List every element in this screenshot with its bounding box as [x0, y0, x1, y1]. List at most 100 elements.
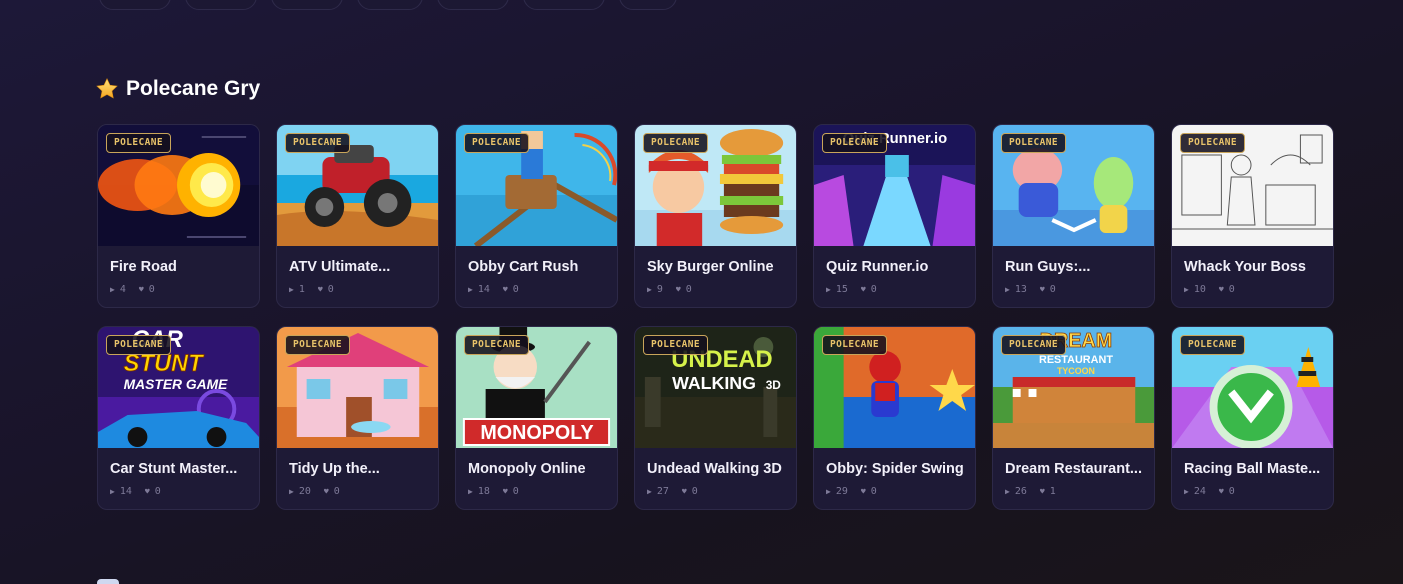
likes-heart-icon: ♥ — [1218, 487, 1224, 496]
game-title[interactable]: Monopoly Online — [468, 461, 608, 477]
likes-heart-icon: ♥ — [144, 487, 150, 496]
play-count-icon: ▶ — [1005, 487, 1010, 496]
game-title[interactable]: Sky Burger Online — [647, 259, 787, 275]
game-card[interactable]: Quiz Runner.io POLECANE Quiz Runner.io ▶… — [813, 124, 976, 308]
featured-badge: POLECANE — [106, 335, 171, 355]
play-count: 13 — [1014, 284, 1027, 295]
game-card[interactable]: POLECANE Whack Your Boss ▶ 10 ♥ 0 — [1171, 124, 1334, 308]
category-chip[interactable] — [99, 0, 171, 10]
game-card[interactable]: MONOPOLY POLECANE Monopoly Online ▶ 18 ♥… — [455, 326, 618, 510]
game-thumbnail[interactable]: POLECANE — [814, 327, 975, 448]
game-thumbnail[interactable]: POLECANE — [1172, 125, 1333, 246]
likes-heart-icon: ♥ — [502, 285, 508, 294]
play-count-icon: ▶ — [826, 487, 831, 496]
game-card[interactable]: POLECANE Tidy Up the... ▶ 20 ♥ 0 — [276, 326, 439, 510]
likes-heart-icon: ♥ — [323, 487, 329, 496]
game-card[interactable]: POLECANE Fire Road ▶ 4 ♥ 0 — [97, 124, 260, 308]
play-count-icon: ▶ — [826, 285, 831, 294]
game-title[interactable]: ATV Ultimate... — [289, 259, 429, 275]
category-chip[interactable] — [619, 0, 677, 10]
game-card[interactable]: POLECANE ATV Ultimate... ▶ 1 ♥ 0 — [276, 124, 439, 308]
likes-heart-icon: ♥ — [681, 487, 687, 496]
game-title[interactable]: Car Stunt Master... — [110, 461, 250, 477]
category-chip[interactable] — [185, 0, 257, 10]
play-count: 1 — [298, 284, 305, 295]
game-title[interactable]: Run Guys:... — [1005, 259, 1145, 275]
featured-badge: POLECANE — [285, 335, 350, 355]
game-thumbnail[interactable]: Quiz Runner.io POLECANE — [814, 125, 975, 246]
play-count-icon: ▶ — [647, 285, 652, 294]
category-chip[interactable] — [357, 0, 423, 10]
likes-heart-icon: ♥ — [675, 285, 681, 294]
game-stats: ▶ 15 ♥ 0 — [826, 284, 877, 295]
game-thumbnail[interactable]: POLECANE — [456, 125, 617, 246]
game-stats: ▶ 27 ♥ 0 — [647, 486, 698, 497]
play-count-icon: ▶ — [1184, 285, 1189, 294]
game-card[interactable]: UNDEAD WALKING 3D POLECANE Undead Walkin… — [634, 326, 797, 510]
game-title[interactable]: Fire Road — [110, 259, 250, 275]
game-thumbnail[interactable]: UNDEAD WALKING 3D POLECANE — [635, 327, 796, 448]
game-stats: ▶ 13 ♥ 0 — [1005, 284, 1056, 295]
game-card[interactable]: POLECANE Sky Burger Online ▶ 9 ♥ 0 — [634, 124, 797, 308]
play-count-icon: ▶ — [1005, 285, 1010, 294]
featured-badge: POLECANE — [106, 133, 171, 153]
likes-count: 0 — [327, 284, 334, 295]
category-chip[interactable] — [437, 0, 509, 10]
featured-badge: POLECANE — [1180, 335, 1245, 355]
game-card[interactable]: POLECANE Racing Ball Maste... ▶ 24 ♥ 0 — [1171, 326, 1334, 510]
game-title[interactable]: Undead Walking 3D — [647, 461, 787, 477]
game-stats: ▶ 14 ♥ 0 — [468, 284, 519, 295]
game-card[interactable]: POLECANE Obby Cart Rush ▶ 14 ♥ 0 — [455, 124, 618, 308]
likes-count: 0 — [870, 486, 877, 497]
game-thumbnail[interactable]: POLECANE — [635, 125, 796, 246]
play-count-icon: ▶ — [289, 285, 294, 294]
play-count: 14 — [119, 486, 132, 497]
svg-text:WALKING: WALKING — [672, 373, 756, 393]
game-stats: ▶ 10 ♥ 0 — [1184, 284, 1235, 295]
likes-count: 0 — [148, 284, 155, 295]
game-thumbnail[interactable]: POLECANE — [993, 125, 1154, 246]
section-header: Polecane Gry — [95, 77, 260, 101]
game-thumbnail[interactable]: POLECANE — [277, 125, 438, 246]
game-title[interactable]: Tidy Up the... — [289, 461, 429, 477]
game-title[interactable]: Whack Your Boss — [1184, 259, 1324, 275]
likes-count: 0 — [333, 486, 340, 497]
game-title[interactable]: Quiz Runner.io — [826, 259, 966, 275]
game-title[interactable]: Obby: Spider Swing — [826, 461, 966, 477]
category-chip[interactable] — [271, 0, 343, 10]
game-card[interactable]: POLECANE Run Guys:... ▶ 13 ♥ 0 — [992, 124, 1155, 308]
game-thumbnail[interactable]: MONOPOLY POLECANE — [456, 327, 617, 448]
play-count-icon: ▶ — [1184, 487, 1189, 496]
likes-heart-icon: ♥ — [1039, 285, 1045, 294]
game-thumbnail[interactable]: CAR STUNT MASTER GAME POLECANE — [98, 327, 259, 448]
next-section-icon — [97, 579, 119, 584]
play-count-icon: ▶ — [110, 285, 115, 294]
svg-text:TYCOON: TYCOON — [1057, 366, 1095, 376]
game-thumbnail[interactable]: DREAM RESTAURANT TYCOON POLECANE — [993, 327, 1154, 448]
game-title[interactable]: Obby Cart Rush — [468, 259, 608, 275]
game-thumbnail[interactable]: POLECANE — [98, 125, 259, 246]
likes-heart-icon: ♥ — [860, 285, 866, 294]
play-count: 14 — [477, 284, 490, 295]
play-count-icon: ▶ — [110, 487, 115, 496]
play-count: 20 — [298, 486, 311, 497]
category-chip[interactable] — [523, 0, 605, 10]
likes-count: 1 — [1049, 486, 1056, 497]
likes-count: 0 — [685, 284, 692, 295]
game-card[interactable]: POLECANE Obby: Spider Swing ▶ 29 ♥ 0 — [813, 326, 976, 510]
featured-badge: POLECANE — [1001, 133, 1066, 153]
likes-count: 0 — [512, 284, 519, 295]
game-card[interactable]: DREAM RESTAURANT TYCOON POLECANE Dream R… — [992, 326, 1155, 510]
game-thumbnail[interactable]: POLECANE — [1172, 327, 1333, 448]
likes-count: 0 — [1228, 284, 1235, 295]
featured-badge: POLECANE — [1001, 335, 1066, 355]
game-title[interactable]: Racing Ball Maste... — [1184, 461, 1324, 477]
likes-count: 0 — [512, 486, 519, 497]
game-card[interactable]: CAR STUNT MASTER GAME POLECANE Car Stunt… — [97, 326, 260, 510]
likes-count: 0 — [870, 284, 877, 295]
svg-text:MASTER GAME: MASTER GAME — [124, 376, 228, 392]
play-count: 10 — [1193, 284, 1206, 295]
game-thumbnail[interactable]: POLECANE — [277, 327, 438, 448]
likes-heart-icon: ♥ — [502, 487, 508, 496]
game-title[interactable]: Dream Restaurant... — [1005, 461, 1145, 477]
